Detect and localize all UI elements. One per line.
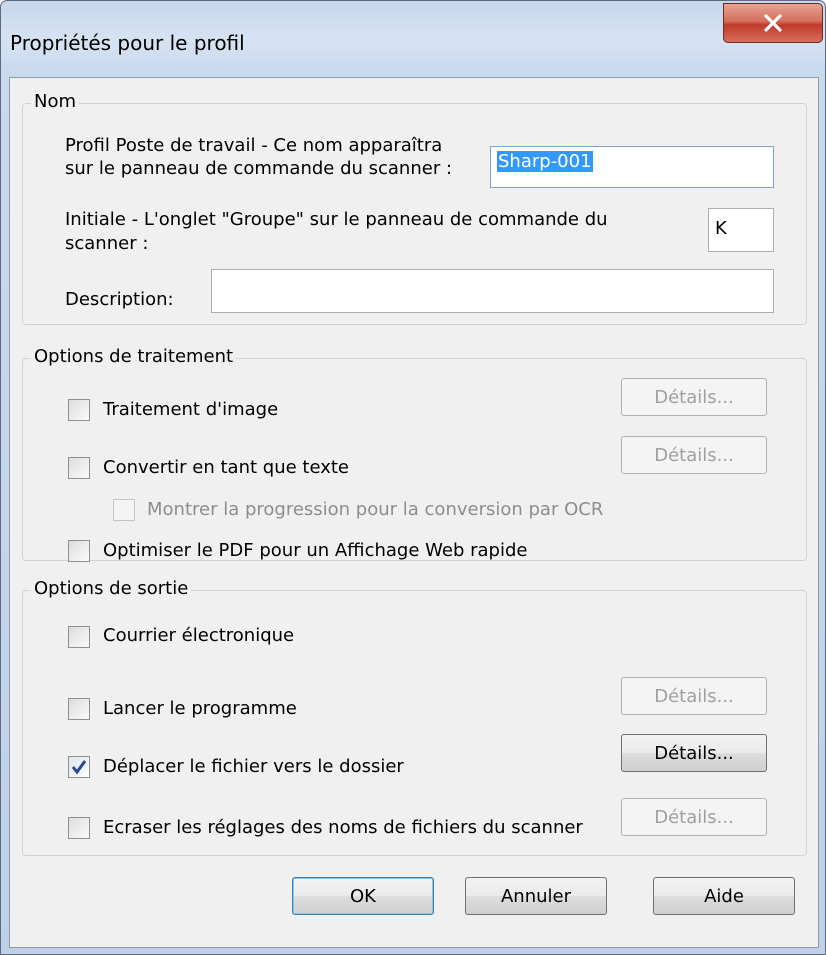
profil-label-line1: Profil Poste de travail - Ce nom apparaî…: [65, 135, 443, 156]
title-bar[interactable]: Propriétés pour le profil: [1, 1, 825, 85]
convertir-texte-label[interactable]: Convertir en tant que texte: [103, 456, 349, 479]
ecraser-reglages-checkbox[interactable]: [68, 817, 90, 839]
close-icon: [764, 14, 782, 32]
description-label: Description:: [65, 289, 174, 310]
convertir-texte-details-label: Détails...: [654, 444, 734, 466]
traitement-image-label[interactable]: Traitement d'image: [103, 398, 278, 421]
checkmark-icon: [71, 760, 87, 775]
description-input[interactable]: [211, 269, 774, 313]
cancel-button[interactable]: Annuler: [465, 877, 607, 915]
ecraser-reglages-label[interactable]: Ecraser les réglages des noms de fichier…: [103, 816, 583, 839]
convertir-texte-checkbox[interactable]: [68, 457, 90, 479]
ocr-progression-label[interactable]: Montrer la progression pour la conversio…: [147, 498, 603, 521]
cancel-button-label: Annuler: [500, 885, 571, 907]
courrier-checkbox[interactable]: [68, 626, 90, 648]
deplacer-fichier-label[interactable]: Déplacer le fichier vers le dossier: [103, 755, 404, 778]
traitement-image-checkbox[interactable]: [68, 399, 90, 421]
profil-name-value: Sharp-001: [497, 151, 593, 172]
lancer-programme-label[interactable]: Lancer le programme: [103, 697, 297, 720]
traitement-image-details-button[interactable]: Détails...: [621, 378, 767, 416]
sortie-group-legend: Options de sortie: [31, 578, 192, 599]
deplacer-fichier-checkbox[interactable]: [68, 756, 90, 778]
lancer-programme-checkbox[interactable]: [68, 698, 90, 720]
properties-dialog: Propriétés pour le profil Nom Profil Pos…: [0, 0, 826, 955]
initiale-label-line2: scanner :: [65, 233, 149, 254]
ecraser-reglages-details-label: Détails...: [654, 806, 734, 828]
profil-name-input[interactable]: Sharp-001: [490, 146, 774, 188]
traitement-image-details-label: Détails...: [654, 386, 734, 408]
help-button-label: Aide: [704, 885, 744, 907]
lancer-programme-details-button[interactable]: Détails...: [621, 677, 767, 715]
traitement-group: Options de traitement Traitement d'image…: [22, 346, 807, 562]
help-button[interactable]: Aide: [653, 877, 795, 915]
deplacer-fichier-details-label: Détails...: [654, 742, 734, 764]
courrier-label[interactable]: Courrier électronique: [103, 624, 294, 647]
optimiser-pdf-checkbox[interactable]: [68, 540, 90, 562]
ok-button[interactable]: OK: [292, 877, 434, 915]
traitement-group-legend: Options de traitement: [31, 346, 237, 367]
initiale-label-line1: Initiale - L'onglet "Groupe" sur le pann…: [65, 209, 608, 230]
lancer-programme-details-label: Détails...: [654, 685, 734, 707]
sortie-group: Options de sortie Courrier électronique …: [22, 578, 807, 856]
close-button[interactable]: [723, 3, 823, 43]
nom-group: Nom Profil Poste de travail - Ce nom app…: [22, 91, 807, 325]
ocr-progression-checkbox[interactable]: [113, 499, 135, 521]
profil-label-line2: sur le panneau de commande du scanner :: [65, 158, 453, 179]
nom-group-legend: Nom: [31, 91, 80, 112]
initiale-input[interactable]: K: [708, 208, 774, 252]
deplacer-fichier-details-button[interactable]: Détails...: [621, 734, 767, 772]
convertir-texte-details-button[interactable]: Détails...: [621, 436, 767, 474]
dialog-body: Nom Profil Poste de travail - Ce nom app…: [9, 77, 819, 948]
window-title: Propriétés pour le profil: [10, 31, 245, 55]
ok-button-label: OK: [350, 885, 376, 907]
ecraser-reglages-details-button[interactable]: Détails...: [621, 798, 767, 836]
optimiser-pdf-label[interactable]: Optimiser le PDF pour un Affichage Web r…: [103, 539, 527, 562]
initiale-value: K: [715, 218, 727, 239]
